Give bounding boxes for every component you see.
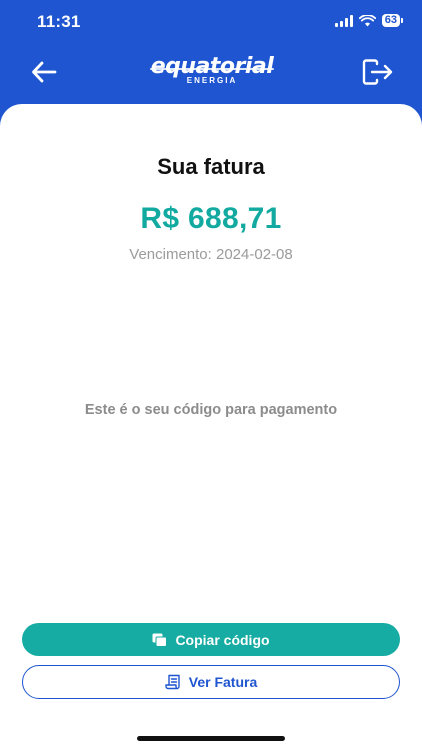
due-date: Vencimento: 2024-02-08: [129, 246, 293, 263]
cellular-signal-icon: [334, 14, 353, 27]
wifi-icon: [358, 14, 376, 26]
equatorial-logo: equatorial ENERGIA: [148, 54, 276, 92]
invoice-amount: R$ 688,71: [140, 202, 282, 235]
home-indicator[interactable]: [137, 736, 285, 741]
battery-indicator: 63: [381, 14, 404, 27]
payment-code-caption: Este é o seu código para pagamento: [84, 402, 338, 418]
copy-code-button[interactable]: Copiar código: [22, 623, 400, 656]
arrow-left-icon: [32, 61, 57, 83]
status-time: 11:31: [37, 12, 81, 31]
logo-swoosh: [150, 68, 274, 70]
status-icons: 63: [334, 14, 404, 27]
top-navigation: equatorial ENERGIA: [0, 44, 422, 104]
copy-code-label: Copiar código: [175, 631, 270, 648]
document-icon: [165, 674, 180, 690]
invoice-sheet: Sua fatura R$ 688,71 Vencimento: 2024-02…: [0, 104, 422, 750]
view-invoice-label: Ver Fatura: [188, 674, 258, 690]
logout-icon: [362, 59, 393, 85]
logout-button[interactable]: [358, 54, 398, 90]
view-invoice-button[interactable]: Ver Fatura: [22, 665, 400, 699]
page-title: Sua fatura: [157, 154, 265, 179]
copy-icon: [152, 633, 168, 647]
status-bar: 11:31 63: [0, 0, 422, 44]
back-button[interactable]: [24, 54, 64, 90]
